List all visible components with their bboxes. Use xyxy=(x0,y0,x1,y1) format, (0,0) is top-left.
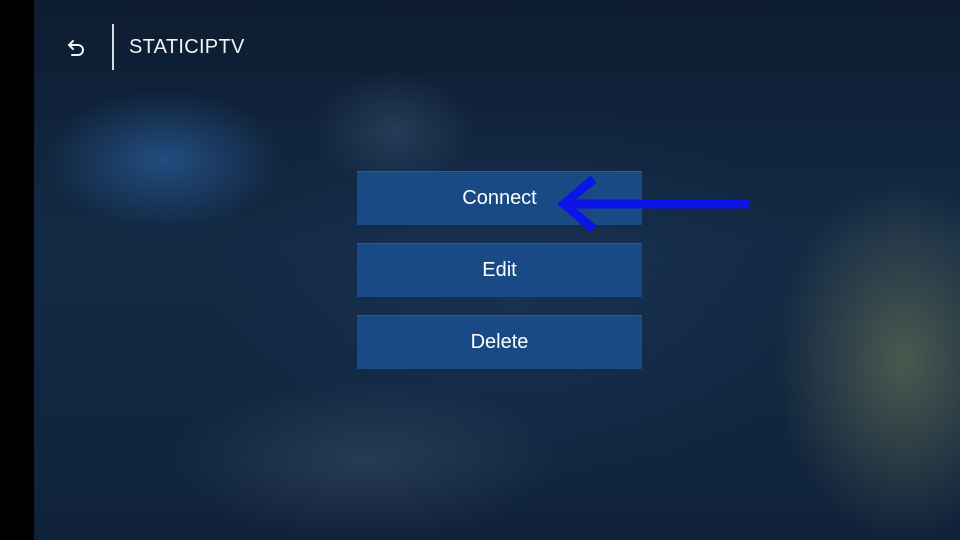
left-arrow-annotation-icon xyxy=(557,176,749,232)
back-button[interactable] xyxy=(58,30,94,66)
edit-button[interactable]: Edit xyxy=(357,243,642,297)
header: STATICIPTV xyxy=(34,0,960,95)
header-divider xyxy=(112,24,114,70)
screen: STATICIPTV Connect Edit Delete xyxy=(34,0,960,540)
delete-button[interactable]: Delete xyxy=(357,315,642,369)
app-title: STATICIPTV xyxy=(129,36,245,58)
back-arrow-icon xyxy=(68,40,84,56)
